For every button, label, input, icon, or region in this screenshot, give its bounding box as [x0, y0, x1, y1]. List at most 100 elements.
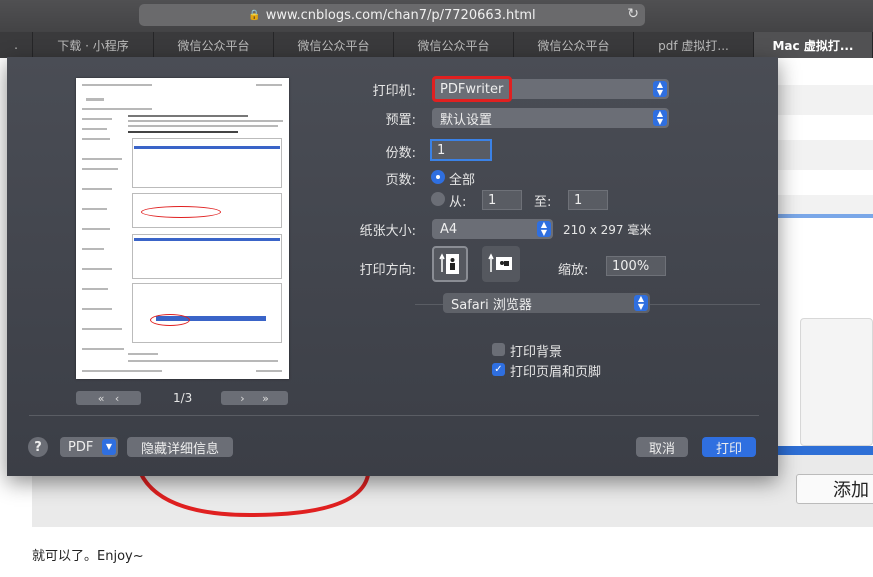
reload-icon[interactable]: ↻ — [627, 6, 639, 22]
preview-red-ellipse — [150, 314, 190, 326]
pdf-menu-button[interactable]: PDF ▼ — [60, 437, 118, 457]
preview-line — [256, 370, 282, 372]
address-bar[interactable]: 🔒 www.cnblogs.com/chan7/p/7720663.html ↻ — [139, 4, 645, 26]
cancel-button[interactable]: 取消 — [636, 437, 688, 457]
preview-line — [82, 208, 107, 210]
bottom-divider — [29, 415, 759, 416]
preview-line — [256, 84, 282, 86]
tab-item[interactable]: pdf 虚拟打... — [634, 32, 754, 58]
preview-line — [128, 360, 278, 362]
page-block — [777, 85, 873, 115]
printer-label: 打印机: — [372, 84, 416, 99]
preview-line — [82, 128, 107, 130]
page-block — [777, 195, 873, 215]
preview-line — [82, 348, 124, 350]
first-page-button[interactable]: « ‹ — [76, 391, 141, 405]
preview-line — [82, 328, 122, 330]
chevron-updown-icon: ▲ ▼ — [653, 110, 667, 126]
preview-line — [128, 115, 248, 117]
paper-size-value: A4 — [440, 221, 458, 237]
lock-icon: 🔒 — [248, 9, 261, 21]
landscape-orientation-button[interactable] — [482, 246, 520, 282]
chevron-updown-icon: ▲ ▼ — [537, 221, 551, 237]
orientation-label: 打印方向: — [359, 263, 416, 278]
tab-item[interactable]: . — [0, 32, 33, 58]
app-section-select[interactable]: Safari 浏览器 ▲ ▼ — [443, 293, 650, 313]
tab-item[interactable]: 微信公众平台 — [514, 32, 634, 58]
pages-range-radio[interactable] — [431, 192, 445, 206]
page-block — [777, 140, 873, 170]
pages-to-label: 至: — [534, 195, 552, 210]
paper-size-select[interactable]: A4 ▲ ▼ — [432, 219, 553, 239]
preview-line — [82, 158, 122, 160]
paper-size-label: 纸张大小: — [359, 224, 416, 239]
print-headers-label: 打印页眉和页脚 — [510, 365, 602, 380]
pages-all-radio[interactable] — [431, 170, 445, 184]
preview-line — [82, 248, 104, 250]
preview-line — [82, 108, 152, 110]
red-annotation-ellipse — [138, 470, 370, 518]
preview-line — [82, 308, 112, 310]
page-counter: 1/3 — [173, 391, 193, 405]
pages-label: 页数: — [385, 173, 416, 188]
pdf-label: PDF — [68, 439, 94, 455]
print-background-checkbox[interactable] — [492, 343, 505, 356]
preview-line — [128, 131, 238, 133]
print-headers-checkbox[interactable]: ✓ — [492, 363, 505, 376]
preview-selection — [134, 146, 280, 149]
preview-line — [82, 84, 152, 86]
page-divider — [777, 214, 873, 218]
portrait-icon — [439, 253, 459, 274]
chevron-updown-icon: ▲ ▼ — [634, 295, 648, 311]
tab-item[interactable]: 微信公众平台 — [154, 32, 274, 58]
pages-from-input[interactable]: 1 — [482, 190, 522, 210]
preview-line — [86, 98, 104, 101]
pages-all-label: 全部 — [449, 173, 476, 188]
preview-line — [82, 188, 112, 190]
next-page-button[interactable]: › » — [221, 391, 288, 405]
pages-to-input[interactable]: 1 — [568, 190, 608, 210]
scale-label: 缩放: — [558, 263, 589, 278]
app-section-value: Safari 浏览器 — [451, 297, 532, 313]
preview-line — [128, 125, 278, 127]
preview-line — [82, 138, 110, 140]
chevron-down-icon: ▼ — [102, 439, 116, 455]
add-button[interactable]: 添加 — [796, 474, 873, 504]
portrait-orientation-button[interactable] — [432, 246, 468, 282]
preview-line — [82, 168, 118, 170]
tab-item[interactable]: 微信公众平台 — [274, 32, 394, 58]
copies-label: 份数: — [385, 146, 416, 161]
help-button[interactable]: ? — [28, 437, 48, 457]
preview-box — [132, 283, 282, 343]
preview-line — [82, 268, 112, 270]
printer-red-highlight — [432, 76, 512, 102]
preset-select[interactable]: 默认设置 ▲ ▼ — [432, 108, 669, 128]
tab-active[interactable]: Mac 虚拟打... — [754, 32, 873, 58]
copies-input[interactable]: 1 — [430, 139, 492, 161]
preset-value: 默认设置 — [440, 112, 493, 128]
tab-item[interactable]: 下载 · 小程序 — [33, 32, 154, 58]
tab-bar: . 下载 · 小程序 微信公众平台 微信公众平台 微信公众平台 微信公众平台 p… — [0, 32, 873, 58]
scale-input[interactable]: 100% — [606, 256, 666, 276]
preview-selection — [134, 238, 280, 241]
hide-details-button[interactable]: 隐藏详细信息 — [127, 437, 233, 457]
preview-line — [82, 288, 108, 290]
preview-line — [128, 353, 158, 355]
page-screenshot-panel — [800, 318, 873, 446]
print-button[interactable]: 打印 — [702, 437, 756, 457]
preset-label: 预置: — [385, 113, 416, 128]
preview-line — [82, 228, 110, 230]
paper-dimensions: 210 x 297 毫米 — [563, 223, 652, 237]
preview-line — [82, 370, 162, 372]
preview-red-ellipse — [141, 206, 221, 218]
pages-from-label: 从: — [449, 195, 467, 210]
print-background-label: 打印背景 — [510, 345, 563, 360]
landscape-icon — [488, 253, 512, 272]
preview-line — [128, 120, 283, 122]
chevron-updown-icon: ▲ ▼ — [653, 81, 667, 97]
preview-line — [82, 118, 112, 120]
print-preview — [76, 78, 289, 379]
enjoy-text: 就可以了。Enjoy~ — [32, 549, 144, 564]
url-text: www.cnblogs.com/chan7/p/7720663.html — [265, 7, 536, 23]
tab-item[interactable]: 微信公众平台 — [394, 32, 514, 58]
